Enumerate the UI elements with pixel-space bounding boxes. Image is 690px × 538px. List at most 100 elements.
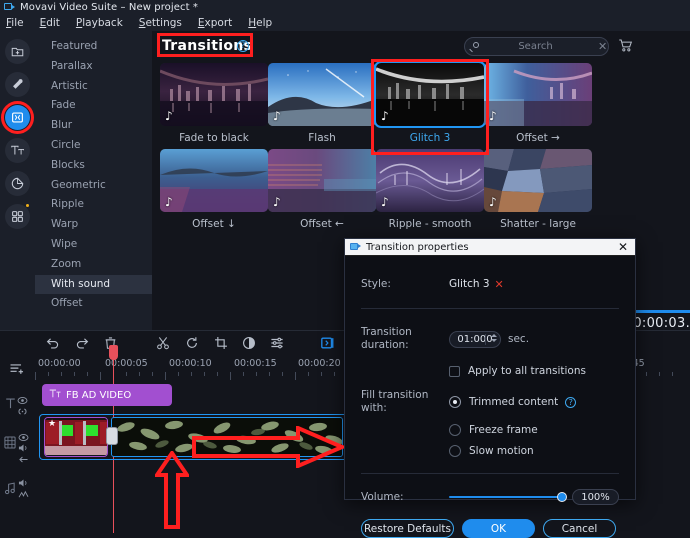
app-window: Movavi Video Suite – New project * File … — [0, 0, 690, 538]
title-clip-label: FB AD VIDEO — [66, 389, 132, 401]
transition-label: Offset → — [516, 132, 560, 144]
category-parallax[interactable]: Parallax — [35, 57, 152, 77]
radio-slow-motion[interactable] — [449, 445, 461, 457]
apply-to-all-checkbox[interactable] — [449, 365, 460, 377]
volume-slider-knob[interactable] — [557, 492, 567, 502]
question-mark-icon[interactable]: ? — [565, 396, 577, 408]
titles-icon — [10, 144, 25, 157]
has-sound-icon: ♪ — [489, 109, 497, 123]
transition-card-fade-to-black[interactable]: ♪ Fade to black — [160, 63, 268, 144]
menu-item-edit[interactable]: Edit — [40, 17, 60, 29]
category-with-sound[interactable]: With sound — [35, 274, 152, 295]
volume-slider[interactable] — [449, 491, 567, 503]
category-blocks[interactable]: Blocks — [35, 156, 152, 176]
annotation-arrow-up — [155, 451, 189, 529]
transition-card-offset-down[interactable]: ♪ Offset ↓ — [160, 149, 268, 230]
redo-icon[interactable] — [75, 336, 90, 353]
menu-item-file[interactable]: File — [6, 17, 24, 29]
title-track-icon — [5, 397, 16, 412]
transition-label: Offset ↓ — [192, 218, 236, 230]
dialog-title: Transition properties — [366, 241, 469, 253]
remove-x-icon[interactable]: ✕ — [495, 278, 504, 291]
category-featured[interactable]: Featured — [35, 37, 152, 57]
category-offset[interactable]: Offset — [35, 294, 152, 314]
crop-icon[interactable] — [214, 336, 228, 353]
title-clip[interactable]: FB AD VIDEO — [42, 384, 172, 406]
ok-button[interactable]: OK — [462, 519, 535, 538]
video-camera-icon — [4, 3, 15, 12]
title-clip-icon — [49, 388, 61, 402]
category-artistic[interactable]: Artistic — [35, 77, 152, 97]
rail-button-filters[interactable] — [5, 72, 30, 97]
category-wipe[interactable]: Wipe — [35, 235, 152, 255]
annotation-title-box — [157, 33, 253, 57]
category-ripple[interactable]: Ripple — [35, 195, 152, 215]
close-icon[interactable]: ✕ — [616, 241, 630, 253]
rail-button-titles[interactable] — [5, 138, 30, 163]
track-headers — [0, 358, 35, 533]
playhead-grip[interactable] — [109, 345, 118, 360]
transition-label: Fade to black — [179, 132, 249, 144]
menu-item-export[interactable]: Export — [198, 17, 232, 29]
transition-card-ripple-smooth[interactable]: ♪ Ripple - smooth — [376, 149, 484, 230]
title-track-link-icon[interactable] — [17, 406, 28, 419]
split-scissors-icon[interactable] — [156, 336, 170, 353]
radio-slow-motion-label: Slow motion — [469, 445, 534, 457]
fill-transition-label: Fill transition with: — [361, 389, 429, 414]
duration-row: Transition duration: 01:000 sec. — [361, 326, 619, 352]
category-zoom[interactable]: Zoom — [35, 255, 152, 275]
style-value: Glitch 3 — [449, 278, 490, 290]
has-sound-icon: ♪ — [381, 195, 389, 209]
category-blur[interactable]: Blur — [35, 116, 152, 136]
video-track-collapse-icon[interactable] — [18, 454, 29, 467]
radio-trimmed-content[interactable] — [449, 396, 461, 408]
ruler-label: 00:00:20 — [298, 358, 341, 369]
video-track-icon — [4, 436, 16, 452]
transition-card-shatter-large[interactable]: ♪ Shatter - large — [484, 149, 592, 230]
rail-button-import[interactable] — [5, 39, 30, 64]
undo-icon[interactable] — [45, 336, 60, 353]
restore-defaults-button[interactable]: Restore Defaults — [361, 519, 454, 538]
rail-button-more-tools[interactable] — [5, 204, 30, 229]
import-media-icon — [11, 45, 24, 58]
menu-item-settings[interactable]: Settings — [139, 17, 182, 29]
category-circle[interactable]: Circle — [35, 136, 152, 156]
video-clip-1[interactable]: ★ — [44, 417, 108, 457]
cancel-button[interactable]: Cancel — [543, 519, 616, 538]
volume-row: Volume: 100% — [361, 489, 619, 505]
video-camera-icon — [350, 242, 361, 252]
fill-option-row-1: Fill transition with: Trimmed content ? — [361, 389, 619, 415]
category-fade[interactable]: Fade — [35, 96, 152, 116]
has-sound-icon: ♪ — [489, 195, 497, 209]
shopping-cart-icon[interactable] — [618, 38, 633, 53]
transition-card-offset-left[interactable]: ♪ Offset ← — [268, 149, 376, 230]
menu-item-help[interactable]: Help — [248, 17, 272, 29]
stickers-icon — [11, 177, 24, 190]
search-box[interactable]: ✕ — [464, 37, 609, 56]
search-input[interactable] — [473, 41, 598, 52]
has-sound-icon: ♪ — [273, 195, 281, 209]
transition-card-offset-right[interactable]: ♪ Offset → — [484, 63, 592, 144]
transition-card-flash[interactable]: ♪ Flash — [268, 63, 376, 144]
transition-drag-handle[interactable] — [106, 427, 118, 445]
clear-x-icon[interactable]: ✕ — [598, 41, 607, 52]
audio-track-waveform-icon[interactable] — [18, 489, 29, 502]
category-warp[interactable]: Warp — [35, 215, 152, 235]
dialog-buttons: Restore Defaults OK Cancel — [361, 519, 619, 538]
rail-button-transitions[interactable] — [1, 101, 34, 134]
ruler-label: 00:00:00 — [38, 358, 81, 369]
transition-label: Ripple - smooth — [388, 218, 472, 230]
stepper-arrows[interactable] — [491, 333, 497, 342]
ruler-label: 00:00:15 — [234, 358, 277, 369]
rail-button-stickers[interactable] — [5, 171, 30, 196]
duration-stepper[interactable]: 01:000 — [449, 330, 501, 348]
clip-marker-icon[interactable] — [320, 336, 335, 353]
add-track-icon[interactable] — [9, 362, 25, 379]
color-adjust-icon[interactable] — [242, 336, 256, 353]
category-geometric[interactable]: Geometric — [35, 176, 152, 196]
properties-sliders-icon[interactable] — [270, 336, 284, 353]
menu-item-playback[interactable]: Playback — [76, 17, 123, 29]
radio-freeze-frame[interactable] — [449, 424, 461, 436]
radio-freeze-frame-label: Freeze frame — [469, 424, 538, 436]
rotate-icon[interactable] — [185, 336, 199, 353]
